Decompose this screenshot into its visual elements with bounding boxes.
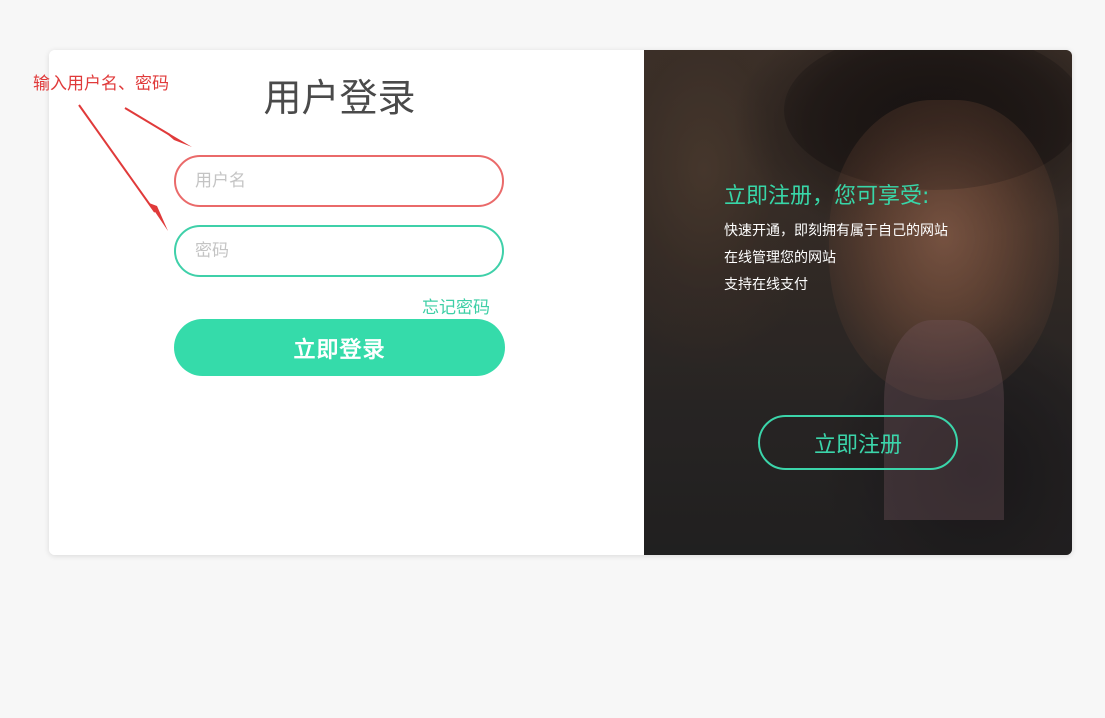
promo-line-1: 快速开通，即刻拥有属于自己的网站 xyxy=(724,223,948,240)
promo-line-2: 在线管理您的网站 xyxy=(724,250,836,267)
photo-overlay xyxy=(644,50,1072,555)
password-field-wrapper xyxy=(174,225,504,277)
login-button[interactable]: 立即登录 xyxy=(174,319,505,376)
register-button[interactable]: 立即注册 xyxy=(758,415,958,470)
promo-title: 立即注册，您可享受: xyxy=(724,184,930,209)
annotation-label: 输入用户名、密码 xyxy=(33,74,169,94)
promo-line-3: 支持在线支付 xyxy=(724,277,808,294)
promo-content: 立即注册，您可享受: 快速开通，即刻拥有属于自己的网站 在线管理您的网站 支持在… xyxy=(724,184,948,299)
login-panel: 用户登录 忘记密码 立即登录 xyxy=(49,50,644,555)
promo-panel: 立即注册，您可享受: 快速开通，即刻拥有属于自己的网站 在线管理您的网站 支持在… xyxy=(644,50,1072,555)
login-card: 用户登录 忘记密码 立即登录 立即注册，您可享受: 快速开通，即刻拥有属于自己的… xyxy=(49,50,1072,555)
forgot-password-link[interactable]: 忘记密码 xyxy=(422,293,490,318)
username-input[interactable] xyxy=(176,157,502,205)
username-field-wrapper xyxy=(174,155,504,207)
password-input[interactable] xyxy=(176,227,502,275)
